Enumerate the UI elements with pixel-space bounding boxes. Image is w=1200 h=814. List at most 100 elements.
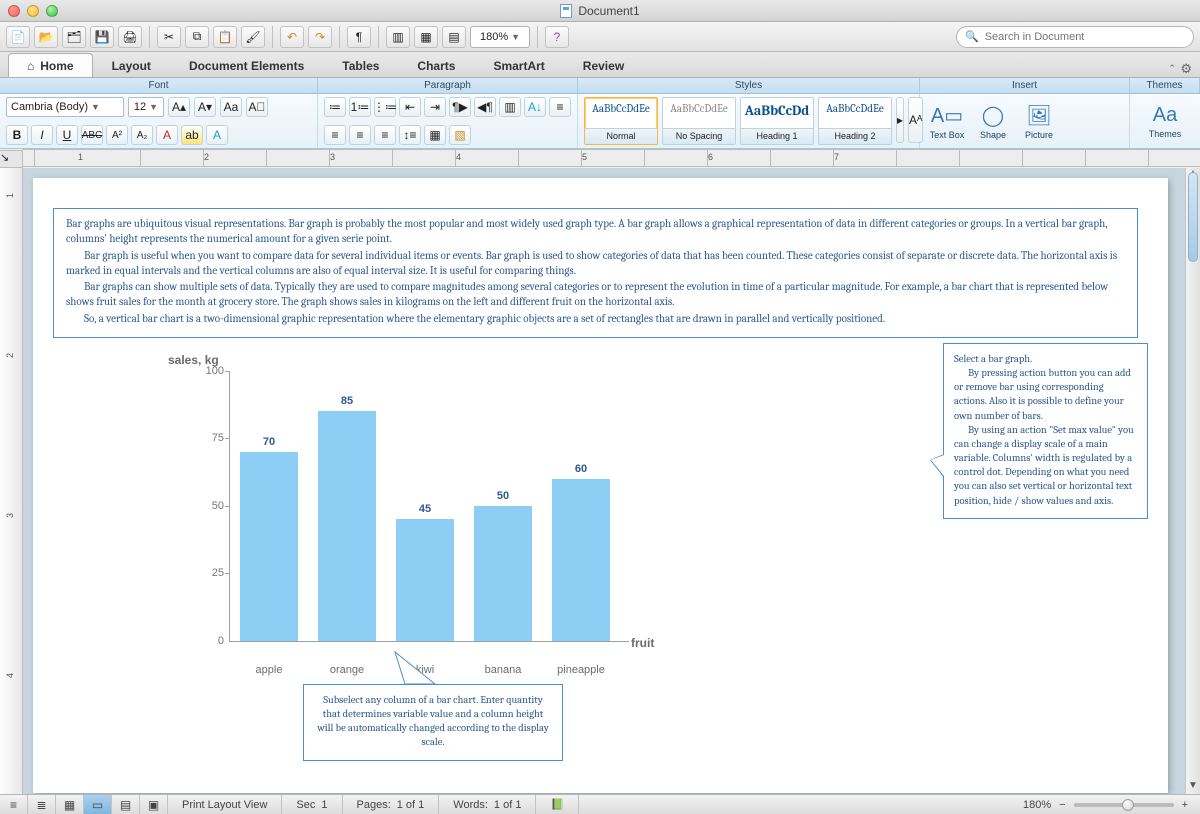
zoom-in-button[interactable]: + bbox=[1182, 799, 1188, 811]
paste-button[interactable]: 📋 bbox=[213, 26, 237, 48]
font-size-combo[interactable]: 12▼ bbox=[128, 97, 164, 117]
indent-left-button[interactable]: ⇤ bbox=[399, 97, 421, 117]
view-outline-button[interactable]: ≣ bbox=[28, 795, 56, 814]
status-spellcheck[interactable]: 📗 bbox=[536, 795, 579, 814]
sidebar-button[interactable]: ▥ bbox=[386, 26, 410, 48]
grow-font-button[interactable]: A▴ bbox=[168, 97, 190, 117]
zoom-slider[interactable] bbox=[1074, 803, 1174, 807]
save-button[interactable]: 💾 bbox=[90, 26, 114, 48]
open-button[interactable]: 📂 bbox=[34, 26, 58, 48]
numbering-button[interactable]: 1≔ bbox=[349, 97, 371, 117]
text-effects-button[interactable]: A bbox=[206, 125, 228, 145]
highlight-button[interactable]: ab bbox=[181, 125, 203, 145]
insert-textbox-button[interactable]: A▭Text Box bbox=[926, 97, 968, 145]
style-heading-2[interactable]: AaBbCcDdEe Heading 2 bbox=[818, 97, 892, 145]
style-no-spacing[interactable]: AaBbCcDdEe No Spacing bbox=[662, 97, 736, 145]
ltr-button[interactable]: ¶▶ bbox=[449, 97, 471, 117]
italic-button[interactable]: I bbox=[31, 125, 53, 145]
show-marks-button[interactable]: ¶ bbox=[347, 26, 371, 48]
tab-document-elements[interactable]: Document Elements bbox=[170, 53, 323, 77]
close-window-button[interactable] bbox=[8, 5, 20, 17]
zoom-window-button[interactable] bbox=[46, 5, 58, 17]
toolbox-button[interactable]: ▦ bbox=[414, 26, 438, 48]
zoom-out-button[interactable]: − bbox=[1059, 799, 1065, 811]
align-center-button[interactable]: ≡ bbox=[324, 125, 346, 145]
ruler-horizontal[interactable]: 1234567 bbox=[23, 149, 1200, 167]
print-button[interactable]: 🖨 bbox=[118, 26, 142, 48]
gallery-button[interactable]: ▤ bbox=[442, 26, 466, 48]
zoom-combo[interactable]: 180%▼ bbox=[470, 26, 530, 48]
tab-review[interactable]: Review bbox=[564, 53, 643, 77]
copy-button[interactable]: ⧉ bbox=[185, 26, 209, 48]
borders-button[interactable]: ▦ bbox=[424, 125, 446, 145]
style-heading-1[interactable]: AaBbCcDd Heading 1 bbox=[740, 97, 814, 145]
multilevel-list-button[interactable]: ⋮≔ bbox=[374, 97, 396, 117]
rtl-button[interactable]: ◀¶ bbox=[474, 97, 496, 117]
change-case-button[interactable]: Aa bbox=[220, 97, 242, 117]
styles-scroll-button[interactable]: ▸ bbox=[896, 97, 904, 143]
chart-bar[interactable] bbox=[318, 411, 376, 641]
tab-smartart[interactable]: SmartArt bbox=[474, 53, 563, 77]
settings-gear-icon[interactable]: ⚙ bbox=[1180, 61, 1192, 77]
bullets-button[interactable]: ≔ bbox=[324, 97, 346, 117]
font-name-combo[interactable]: Cambria (Body)▼ bbox=[6, 97, 124, 117]
insert-picture-button[interactable]: 🖼Picture bbox=[1018, 97, 1060, 145]
scroll-thumb[interactable] bbox=[1188, 172, 1198, 262]
themes-button[interactable]: AaThemes bbox=[1144, 97, 1186, 145]
style-normal[interactable]: AaBbCcDdEe Normal bbox=[584, 97, 658, 145]
shape-icon: ◯ bbox=[982, 103, 1004, 128]
status-section[interactable]: Sec 1 bbox=[282, 795, 342, 814]
zoom-slider-knob[interactable] bbox=[1122, 799, 1134, 811]
cut-button[interactable]: ✂ bbox=[157, 26, 181, 48]
search-input[interactable] bbox=[985, 31, 1185, 43]
undo-button[interactable]: ↶ bbox=[280, 26, 304, 48]
tab-home[interactable]: ⌂Home bbox=[8, 53, 93, 77]
ruler-vertical[interactable]: 1234 bbox=[0, 168, 23, 794]
shrink-font-button[interactable]: A▾ bbox=[194, 97, 216, 117]
redo-button[interactable]: ↷ bbox=[308, 26, 332, 48]
insert-shape-button[interactable]: ◯Shape bbox=[972, 97, 1014, 145]
search-field[interactable]: 🔍 bbox=[956, 26, 1194, 48]
view-publish-button[interactable]: ▦ bbox=[56, 795, 84, 814]
template-button[interactable]: 🗂 bbox=[62, 26, 86, 48]
indent-right-button[interactable]: ⇥ bbox=[424, 97, 446, 117]
new-doc-button[interactable]: 📄 bbox=[6, 26, 30, 48]
chart-bar[interactable] bbox=[474, 506, 532, 641]
view-print-layout-button[interactable]: ▭ bbox=[84, 795, 112, 814]
help-button[interactable]: ? bbox=[545, 26, 569, 48]
font-color-button[interactable]: A bbox=[156, 125, 178, 145]
subscript-button[interactable]: A₂ bbox=[131, 125, 153, 145]
status-pages[interactable]: Pages: 1 of 1 bbox=[343, 795, 440, 814]
underline-button[interactable]: U bbox=[56, 125, 78, 145]
chart-bar[interactable] bbox=[396, 519, 454, 641]
minimize-window-button[interactable] bbox=[27, 5, 39, 17]
chart-bar-value: 45 bbox=[396, 503, 454, 515]
chart-y-tick: 75 bbox=[200, 432, 224, 444]
bold-button[interactable]: B bbox=[6, 125, 28, 145]
chart-bar[interactable] bbox=[552, 479, 610, 641]
view-focus-button[interactable]: ▣ bbox=[140, 795, 168, 814]
justify-button[interactable]: ≡ bbox=[374, 125, 396, 145]
tab-charts[interactable]: Charts bbox=[398, 53, 474, 77]
view-notebook-button[interactable]: ▤ bbox=[112, 795, 140, 814]
shading-button[interactable]: ▧ bbox=[449, 125, 471, 145]
line-spacing-button[interactable]: ↕≡ bbox=[399, 125, 421, 145]
align-right-button[interactable]: ≡ bbox=[349, 125, 371, 145]
document-canvas[interactable]: Bar graphs are ubiquitous visual represe… bbox=[23, 168, 1185, 794]
status-words[interactable]: Words: 1 of 1 bbox=[439, 795, 536, 814]
tab-layout[interactable]: Layout bbox=[93, 53, 170, 77]
columns-button[interactable]: ▥ bbox=[499, 97, 521, 117]
chart-bar[interactable] bbox=[240, 452, 298, 641]
superscript-button[interactable]: A² bbox=[106, 125, 128, 145]
status-zoom-value[interactable]: 180% bbox=[1023, 799, 1051, 811]
strike-button[interactable]: ABC bbox=[81, 125, 103, 145]
sort-button[interactable]: A↓ bbox=[524, 97, 546, 117]
clear-format-button[interactable]: A⃠ bbox=[246, 97, 268, 117]
format-painter-button[interactable]: 🖌 bbox=[241, 26, 265, 48]
scrollbar-vertical[interactable]: ▲ ▼ bbox=[1185, 168, 1200, 794]
align-left-button[interactable]: ≡ bbox=[549, 97, 571, 117]
tab-tables[interactable]: Tables bbox=[323, 53, 398, 77]
scroll-down-button[interactable]: ▼ bbox=[1186, 780, 1200, 794]
collapse-ribbon-button[interactable]: ˆ bbox=[1170, 62, 1174, 77]
view-draft-button[interactable]: ≡ bbox=[0, 795, 28, 814]
